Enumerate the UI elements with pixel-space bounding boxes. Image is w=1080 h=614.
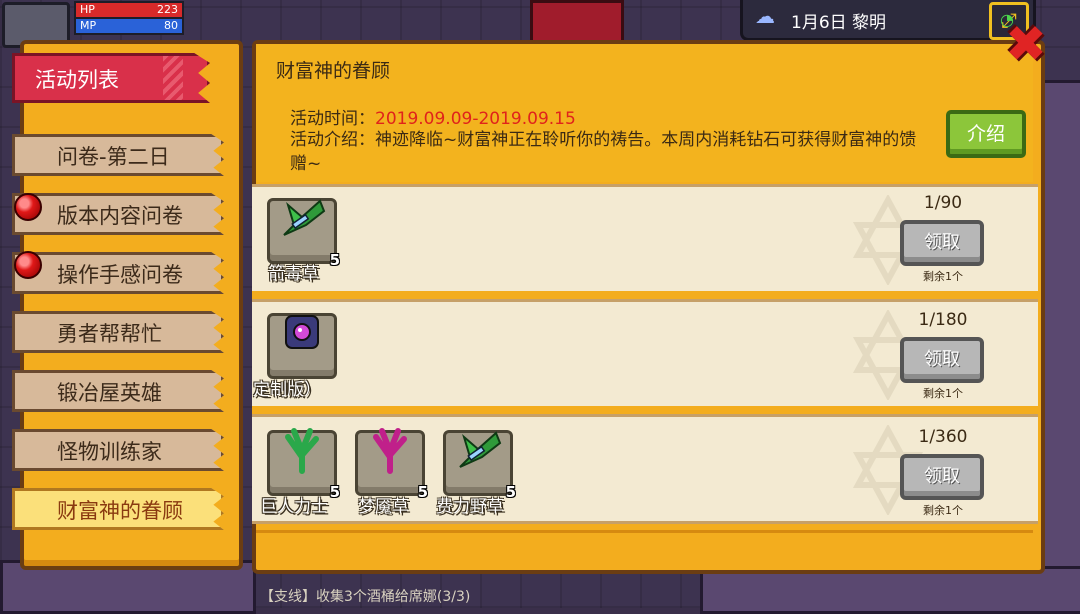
tab-version-survey[interactable]: 版本内容问卷 xyxy=(12,193,224,235)
event-description: 活动介绍：神迹降临~财富神正在聆听你的祷告。本周内消耗钻石可获得财富神的馈赠~ xyxy=(290,130,917,174)
notification-badge xyxy=(14,193,42,221)
tab-label: 财富神的眷顾 xyxy=(57,499,183,523)
rain-cloud-icon: ☁ xyxy=(755,4,775,28)
tab-label: 问卷-第二日 xyxy=(57,145,170,169)
event-time-value: 2019.09.09-2019.09.15 xyxy=(375,109,576,129)
tab-label: 锻冶屋英雄 xyxy=(57,381,162,405)
remaining-count: 剩余1个 xyxy=(923,270,963,283)
tab-label: 勇者帮帮忙 xyxy=(57,322,162,346)
row-divider xyxy=(252,291,1038,299)
claim-button[interactable]: 领取 xyxy=(900,454,984,500)
nightmare-herb-icon xyxy=(373,428,407,474)
notification-badge xyxy=(14,251,42,279)
reward-progress: 1/180 xyxy=(918,310,968,330)
tab-label: 版本内容问卷 xyxy=(57,204,183,228)
event-time: 活动时间：2019.09.09-2019.09.15 xyxy=(290,104,576,129)
background-wall xyxy=(1040,80,1080,606)
tab-monster-trainer[interactable]: 怪物训练家 xyxy=(12,429,224,471)
item-name: 巨人力士 xyxy=(260,497,328,517)
item-qty: 5 xyxy=(329,483,340,501)
item-name: 费力野草 xyxy=(436,497,504,517)
claim-button[interactable]: 领取 xyxy=(900,220,984,266)
reward-item-slot[interactable]: 5 xyxy=(267,428,340,501)
item-name: 梦魇草 xyxy=(358,497,409,517)
event-time-label: 活动时间： xyxy=(290,109,375,129)
event-title: 财富神的眷顾 xyxy=(276,60,391,82)
wild-herb-icon xyxy=(459,431,502,468)
hp-value: 223 xyxy=(157,3,178,16)
remaining-count: 剩余1个 xyxy=(923,387,963,400)
poison-herb-icon xyxy=(283,199,326,236)
tab-forge-hero[interactable]: 锻冶屋英雄 xyxy=(12,370,224,412)
custom-gem-box-icon xyxy=(285,315,319,349)
weather-panel: ☁ 1月6日 黎明 ⤢ xyxy=(740,0,1036,41)
reward-item-slot[interactable]: 5 xyxy=(355,428,428,501)
item-name: 定制版） xyxy=(253,380,321,400)
reward-item-slot[interactable]: 5 xyxy=(443,430,516,501)
tab-label: 怪物训练家 xyxy=(57,440,162,464)
item-name: 箭毒草 xyxy=(268,264,319,284)
remaining-count: 剩余1个 xyxy=(923,504,963,517)
reward-item-slot[interactable] xyxy=(267,313,337,379)
tab-control-survey[interactable]: 操作手感问卷 xyxy=(12,252,224,294)
activity-list-title: 活动列表 xyxy=(12,53,210,103)
mp-value: 80 xyxy=(164,19,178,32)
tab-questionnaire-day2[interactable]: 问卷-第二日 xyxy=(12,134,224,176)
hp-label: HP xyxy=(80,3,95,16)
panel-footer xyxy=(256,530,1033,563)
intro-button[interactable]: 介绍 xyxy=(946,110,1026,158)
close-icon[interactable]: ✖ xyxy=(1003,19,1049,69)
mp-label: MP xyxy=(80,19,97,32)
background-banner xyxy=(530,0,624,44)
reward-progress: 1/90 xyxy=(923,193,963,213)
mp-bar: MP 80 xyxy=(74,17,184,35)
player-hud: HP 223 MP 80 xyxy=(0,0,185,48)
giant-herb-icon xyxy=(285,428,319,474)
reward-progress: 1/360 xyxy=(918,427,968,447)
claim-button[interactable]: 领取 xyxy=(900,337,984,383)
item-qty: 5 xyxy=(417,483,428,501)
tab-fortune-god[interactable]: 财富神的眷顾 xyxy=(12,488,224,530)
tab-label: 操作手感问卷 xyxy=(57,263,183,287)
quest-tracker[interactable]: 【支线】收集3个酒桶给席娜(3/3) xyxy=(260,586,470,606)
item-qty: 5 xyxy=(505,483,516,501)
row-divider xyxy=(252,406,1038,414)
reward-item-slot[interactable]: 5 xyxy=(267,198,340,269)
game-date: 1月6日 黎明 xyxy=(791,13,887,33)
item-qty: 5 xyxy=(329,251,340,269)
tab-hero-help[interactable]: 勇者帮帮忙 xyxy=(12,311,224,353)
